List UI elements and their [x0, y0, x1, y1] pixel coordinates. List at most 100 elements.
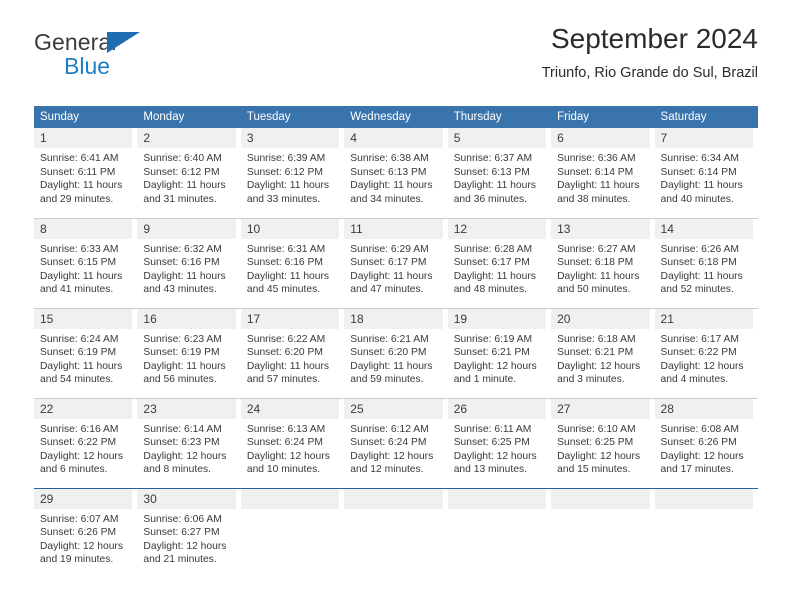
sunset-time: Sunset: 6:12 PM [143, 166, 220, 178]
sunset-time: Sunset: 6:26 PM [40, 527, 117, 539]
daylight-duration-line2: and 3 minutes. [557, 374, 625, 386]
daylight-duration-line2: and 4 minutes. [660, 374, 729, 386]
calendar-day-cell[interactable]: 19 Sunrise: 6:19 AM Sunset: 6:21 PM Dayligh… [447, 307, 552, 398]
daylight-duration-line1: Daylight: 11 hours [453, 270, 536, 282]
sunrise-time: Sunrise: 6:36 AM [557, 153, 636, 164]
calendar-day-cell[interactable]: 17 Sunrise: 6:22 AM Sunset: 6:20 PM Dayligh… [240, 307, 345, 398]
day-cell-inner: 4 Sunrise: 6:38 AM Sunset: 6:13 PM Daylight… [344, 128, 447, 206]
calendar-day-cell[interactable]: 10 Sunrise: 6:31 AM Sunset: 6:16 PM Dayligh… [240, 217, 345, 308]
calendar-day-cell[interactable]: 29 Sunrise: 6:07 AM Sunset: 6:26 PM Dayligh… [34, 487, 138, 578]
calendar-day-cell[interactable]: 11 Sunrise: 6:29 AM Sunset: 6:17 PM Dayligh… [344, 217, 448, 308]
daylight-duration-line2: and 1 minute. [453, 374, 517, 386]
calendar-day-cell[interactable]: 15 Sunrise: 6:24 AM Sunset: 6:19 PM Dayligh… [34, 307, 138, 398]
logo-flag-icon [107, 32, 140, 53]
calendar-day-cell[interactable]: 30 Sunrise: 6:06 AM Sunset: 6:27 PM Dayligh… [137, 487, 241, 578]
calendar-day-cell[interactable]: 16 Sunrise: 6:23 AM Sunset: 6:19 PM Dayligh… [137, 307, 241, 398]
calendar-day-cell[interactable]: 12 Sunrise: 6:28 AM Sunset: 6:17 PM Dayligh… [447, 217, 552, 308]
day-details: Sunrise: 6:34 AM Sunset: 6:14 PM Daylight:… [655, 148, 753, 206]
sunset-time: Sunset: 6:23 PM [143, 437, 220, 449]
daylight-duration-line2: and 45 minutes. [246, 284, 321, 296]
day-number: 30 [137, 488, 236, 509]
day-cell-inner: 22 Sunrise: 6:16 AM Sunset: 6:22 PM Dayligh… [34, 398, 137, 477]
daylight-duration-line1: Daylight: 11 hours [557, 270, 640, 282]
day-details: Sunrise: 6:28 AM Sunset: 6:17 PM Daylight:… [448, 239, 546, 297]
day-cell-inner: 13 Sunrise: 6:27 AM Sunset: 6:18 PM Dayligh… [551, 218, 654, 297]
weekday-header-thursday: Thursday [447, 106, 552, 128]
daylight-duration-line2: and 54 minutes. [40, 374, 114, 386]
calendar-day-cell[interactable]: 2 Sunrise: 6:40 AM Sunset: 6:12 PM Daylight… [137, 128, 240, 218]
day-number: 26 [447, 398, 547, 419]
day-details: Sunrise: 6:40 AM Sunset: 6:12 PM Daylight:… [137, 148, 235, 206]
daylight-duration-line1: Daylight: 11 hours [246, 180, 330, 192]
calendar-day-cell[interactable]: 8 Sunrise: 6:33 AM Sunset: 6:15 PM Daylight… [34, 217, 138, 308]
calendar-day-cell[interactable]: 20 Sunrise: 6:18 AM Sunset: 6:21 PM Dayligh… [551, 307, 655, 398]
day-details: Sunrise: 6:39 AM Sunset: 6:12 PM Daylight:… [241, 148, 339, 206]
day-details: Sunrise: 6:06 AM Sunset: 6:27 PM Daylight:… [137, 509, 235, 567]
calendar-day-cell[interactable]: 5 Sunrise: 6:37 AM Sunset: 6:13 PM Daylight… [447, 128, 551, 218]
sunrise-time: Sunrise: 6:16 AM [40, 423, 119, 435]
title-block: September 2024 Triunfo, Rio Grande do Su… [542, 22, 758, 84]
page-header: General Blue September 2024 Triunfo, Rio… [34, 22, 758, 94]
daylight-duration-line1: Daylight: 12 hours [453, 450, 537, 462]
day-details: Sunrise: 6:29 AM Sunset: 6:17 PM Daylight:… [344, 239, 442, 297]
calendar-day-cell[interactable]: 21 Sunrise: 6:17 AM Sunset: 6:22 PM Dayligh… [654, 307, 758, 398]
day-details: Sunrise: 6:08 AM Sunset: 6:26 PM Daylight:… [655, 419, 753, 477]
day-number: 10 [240, 218, 340, 239]
daylight-duration-line2: and 21 minutes. [143, 554, 217, 566]
calendar-day-cell[interactable]: 3 Sunrise: 6:39 AM Sunset: 6:12 PM Daylight… [240, 128, 344, 218]
sunset-time: Sunset: 6:13 PM [453, 166, 530, 178]
day-number: 1 [34, 128, 133, 148]
day-number: 27 [551, 398, 650, 419]
day-number [654, 488, 753, 509]
day-cell-inner: 24 Sunrise: 6:13 AM Sunset: 6:24 PM Dayligh… [240, 398, 344, 477]
day-cell-inner: 5 Sunrise: 6:37 AM Sunset: 6:13 PM Daylight… [447, 128, 551, 206]
calendar-day-cell[interactable]: 28 Sunrise: 6:08 AM Sunset: 6:26 PM Dayligh… [654, 397, 758, 488]
day-number: 11 [344, 218, 443, 239]
day-cell-inner: 12 Sunrise: 6:28 AM Sunset: 6:17 PM Dayligh… [447, 218, 551, 297]
calendar-day-cell[interactable]: 4 Sunrise: 6:38 AM Sunset: 6:13 PM Daylight… [344, 128, 447, 218]
day-number [551, 488, 650, 509]
daylight-duration-line1: Daylight: 11 hours [143, 360, 226, 372]
calendar-day-cell[interactable]: 13 Sunrise: 6:27 AM Sunset: 6:18 PM Dayligh… [551, 217, 655, 308]
day-number: 3 [240, 128, 340, 148]
day-cell-inner: 10 Sunrise: 6:31 AM Sunset: 6:16 PM Dayligh… [240, 218, 344, 297]
sunset-time: Sunset: 6:13 PM [350, 166, 427, 178]
daylight-duration-line2: and 17 minutes. [660, 464, 734, 476]
page-subtitle-location: Triunfo, Rio Grande do Sul, Brazil [541, 65, 758, 81]
calendar-header-row: Sunday Monday Tuesday Wednesday Thursday… [34, 106, 758, 128]
day-number: 5 [447, 128, 547, 148]
calendar-day-cell[interactable]: 22 Sunrise: 6:16 AM Sunset: 6:22 PM Dayligh… [34, 397, 138, 488]
day-cell-inner: 25 Sunrise: 6:12 AM Sunset: 6:24 PM Dayligh… [344, 398, 447, 477]
daylight-duration-line1: Daylight: 11 hours [40, 270, 123, 282]
calendar-day-cell[interactable]: 1 Sunrise: 6:41 AM Sunset: 6:11 PM Daylight… [34, 128, 137, 218]
sunrise-time: Sunrise: 6:39 AM [246, 153, 326, 164]
sunset-time: Sunset: 6:12 PM [246, 166, 323, 178]
day-cell-inner: 23 Sunrise: 6:14 AM Sunset: 6:23 PM Dayligh… [137, 398, 240, 477]
calendar-day-cell[interactable]: 9 Sunrise: 6:32 AM Sunset: 6:16 PM Daylight… [137, 217, 241, 308]
sunrise-time: Sunrise: 6:10 AM [557, 423, 636, 435]
day-details: Sunrise: 6:19 AM Sunset: 6:21 PM Daylight:… [448, 329, 546, 387]
calendar-day-cell[interactable]: 14 Sunrise: 6:26 AM Sunset: 6:18 PM Dayligh… [654, 217, 758, 308]
calendar-day-cell[interactable]: 18 Sunrise: 6:21 AM Sunset: 6:20 PM Dayligh… [344, 307, 448, 398]
calendar-day-cell[interactable]: 7 Sunrise: 6:34 AM Sunset: 6:14 PM Daylight… [654, 128, 758, 218]
daylight-duration-line1: Daylight: 11 hours [246, 270, 330, 282]
day-details: Sunrise: 6:37 AM Sunset: 6:13 PM Daylight:… [448, 148, 546, 206]
day-details [551, 509, 649, 513]
calendar-day-cell[interactable]: 25 Sunrise: 6:12 AM Sunset: 6:24 PM Dayligh… [344, 397, 448, 488]
weekday-header-tuesday: Tuesday [240, 106, 345, 128]
calendar-day-cell[interactable]: 6 Sunrise: 6:36 AM Sunset: 6:14 PM Daylight… [551, 128, 654, 218]
calendar-day-cell[interactable]: 26 Sunrise: 6:11 AM Sunset: 6:25 PM Dayligh… [447, 397, 552, 488]
day-cell-inner: 11 Sunrise: 6:29 AM Sunset: 6:17 PM Dayligh… [344, 218, 447, 297]
calendar-day-cell[interactable]: 27 Sunrise: 6:10 AM Sunset: 6:25 PM Dayligh… [551, 397, 655, 488]
day-details [448, 509, 546, 513]
calendar-day-cell[interactable]: 24 Sunrise: 6:13 AM Sunset: 6:24 PM Dayligh… [240, 397, 345, 488]
calendar-body: 1 Sunrise: 6:41 AM Sunset: 6:11 PM Daylight… [34, 128, 758, 578]
general-blue-logo[interactable]: General Blue [34, 30, 244, 86]
day-cell-inner [654, 488, 758, 513]
daylight-duration-line2: and 38 minutes. [557, 193, 631, 205]
daylight-duration-line2: and 33 minutes. [246, 193, 321, 205]
day-details: Sunrise: 6:11 AM Sunset: 6:25 PM Daylight:… [448, 419, 546, 477]
day-details: Sunrise: 6:27 AM Sunset: 6:18 PM Daylight:… [551, 239, 649, 297]
calendar-day-cell[interactable]: 23 Sunrise: 6:14 AM Sunset: 6:23 PM Dayligh… [137, 397, 241, 488]
sunrise-time: Sunrise: 6:22 AM [246, 333, 326, 345]
